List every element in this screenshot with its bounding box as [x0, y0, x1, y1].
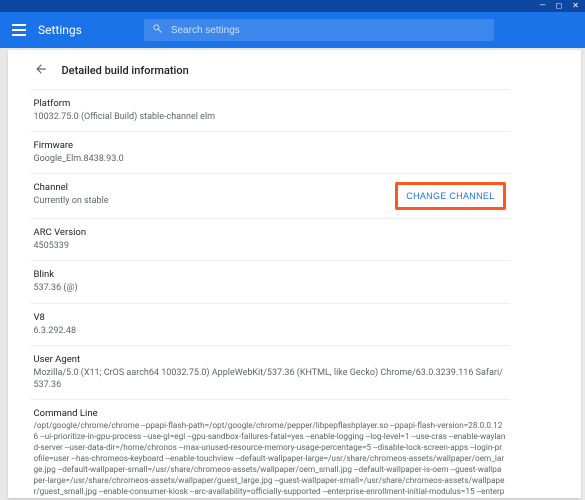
value-channel: Currently on stable — [34, 195, 109, 207]
label-v8: V8 — [34, 312, 506, 323]
window-titlebar: — ◻ ✕ — [0, 0, 585, 12]
search-input[interactable] — [171, 25, 486, 36]
search-field-wrap[interactable] — [144, 19, 494, 41]
value-arc: 4505339 — [34, 240, 506, 252]
section-user-agent: User Agent Mozilla/5.0 (X11; CrOS aarch6… — [30, 345, 510, 399]
label-cmdline: Command Line — [34, 408, 506, 419]
maximize-icon[interactable]: ◻ — [556, 2, 563, 10]
section-command-line: Command Line /opt/google/chrome/chrome -… — [30, 399, 510, 498]
section-firmware: Firmware Google_Elm.8438.93.0 — [30, 131, 510, 173]
section-platform: Platform 10032.75.0 (Official Build) sta… — [30, 89, 510, 131]
content-card: Detailed build information Platform 1003… — [8, 50, 581, 498]
app-toolbar: Settings — [0, 12, 585, 48]
label-blink: Blink — [34, 269, 506, 280]
section-blink: Blink 537.36 (@) — [30, 260, 510, 302]
value-firmware: Google_Elm.8438.93.0 — [34, 153, 506, 165]
label-channel: Channel — [34, 182, 109, 193]
section-v8: V8 6.3.292.48 — [30, 303, 510, 345]
app-title: Settings — [38, 23, 82, 37]
label-arc: ARC Version — [34, 227, 506, 238]
change-channel-button[interactable]: CHANGE CHANNEL — [395, 182, 505, 210]
label-ua: User Agent — [34, 354, 506, 365]
search-icon — [152, 23, 163, 37]
value-ua: Mozilla/5.0 (X11; CrOS aarch64 10032.75.… — [34, 367, 506, 391]
section-channel: Channel Currently on stable CHANGE CHANN… — [30, 173, 510, 218]
label-firmware: Firmware — [34, 140, 506, 151]
value-v8: 6.3.292.48 — [34, 325, 506, 337]
page-title: Detailed build information — [62, 64, 189, 77]
close-icon[interactable]: ✕ — [572, 2, 579, 10]
minimize-icon[interactable]: — — [539, 2, 545, 10]
value-cmdline: /opt/google/chrome/chrome --ppapi-flash-… — [34, 421, 506, 498]
value-blink: 537.36 (@) — [34, 282, 506, 294]
label-platform: Platform — [34, 98, 506, 109]
back-icon[interactable] — [34, 62, 48, 79]
value-platform: 10032.75.0 (Official Build) stable-chann… — [34, 111, 506, 123]
menu-icon[interactable] — [12, 24, 26, 36]
section-arc: ARC Version 4505339 — [30, 218, 510, 260]
